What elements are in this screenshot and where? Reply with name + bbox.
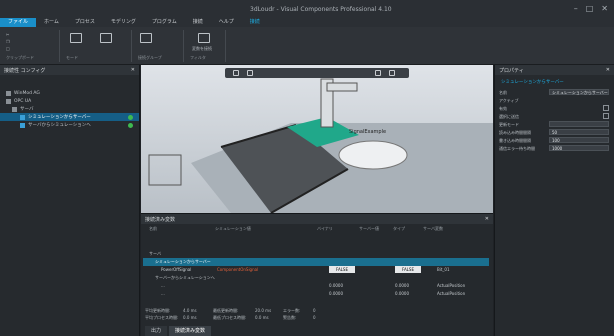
write-interval-field[interactable]: 100: [549, 137, 609, 143]
close-icon[interactable]: ✕: [601, 4, 608, 13]
ribbon-group-mode: モード: [62, 30, 132, 62]
bowl: [338, 140, 408, 170]
timeout-field[interactable]: 1000: [549, 145, 609, 151]
arrow-icon: [20, 122, 25, 128]
name-field[interactable]: シミュレーションからサーバー: [549, 89, 609, 95]
stats-footer: 平均更新時間: 4.0 ms 最低更新時間: 20.0 ms エラー数: 0 平…: [145, 308, 316, 320]
properties-panel: プロパティ ✕ シミュレーションからサーバー 名前 シミュレーションからサーバー …: [494, 65, 614, 336]
menu-program[interactable]: プログラム: [144, 18, 185, 27]
status-icon: [128, 122, 133, 128]
menu-home[interactable]: ホーム: [36, 18, 67, 27]
prop-timeout: 通信エラー待ち時間 1000: [499, 145, 611, 152]
ribbon-group-connection: 接続グループ: [134, 30, 184, 62]
sim-value-box[interactable]: FALSE: [329, 266, 355, 273]
tree-item[interactable]: サーバからシミュレーションへ: [0, 121, 139, 129]
table-row[interactable]: シミュレーションからサーバー: [143, 258, 489, 266]
group-icon[interactable]: [140, 33, 152, 43]
prop-active: アクティブ: [499, 98, 519, 103]
ribbon-group-filter: 変数を接続 フィルタ: [186, 30, 226, 62]
minimize-icon[interactable]: –: [574, 4, 578, 13]
window-controls: – □ ✕: [574, 4, 608, 13]
panel-header: 接続性 コンフィグ ✕: [0, 65, 139, 75]
ribbon: ✂ ❐ □ クリップボード モード 接続グループ 変数を接続 フィルタ: [0, 27, 614, 65]
table-row[interactable]: サーバ: [143, 250, 489, 258]
server-icon: [6, 90, 11, 96]
status-icon: [128, 114, 133, 120]
panel-header: 接続済み変数 ✕: [141, 214, 493, 224]
panel-title: 接続性 コンフィグ: [4, 67, 46, 74]
menu-connect[interactable]: 接続: [185, 18, 211, 27]
menu-connectivity[interactable]: 接続: [242, 18, 268, 27]
edit-mode-icon[interactable]: [70, 33, 82, 43]
menu-help[interactable]: ヘルプ: [211, 18, 242, 27]
column-header[interactable]: シミュレーション値: [215, 226, 251, 234]
list-mode-icon[interactable]: [100, 33, 112, 43]
ribbon-caption: 接続グループ: [138, 55, 162, 60]
connected-variables-panel: 接続済み変数 ✕ 名前 シミュレーション値 バイナリ サーバー値 タイプ サーバ…: [141, 213, 493, 336]
scene-drawing: SignalExample: [148, 78, 493, 213]
send-checkbox[interactable]: [603, 113, 609, 119]
menu-file[interactable]: ファイル: [0, 18, 37, 27]
copy-button[interactable]: ❐: [6, 39, 10, 44]
server-value-box[interactable]: FALSE: [395, 266, 421, 273]
cut-button[interactable]: ✂: [6, 32, 9, 37]
close-icon[interactable]: ✕: [131, 67, 135, 73]
folder-icon: [12, 106, 17, 112]
table-row[interactable]: サーバーからシミュレーションへ: [143, 274, 489, 282]
paste-button[interactable]: □: [6, 46, 10, 51]
menu-process[interactable]: プロセス: [67, 18, 103, 27]
ribbon-group-clipboard: ✂ ❐ □ クリップボード: [2, 30, 60, 62]
column-header[interactable]: サーバー値: [359, 226, 379, 234]
panel-title: 接続済み変数: [145, 216, 176, 223]
prop-update-mode: 更新モード: [499, 121, 611, 128]
ribbon-caption: モード: [66, 55, 78, 60]
close-icon[interactable]: ✕: [606, 67, 610, 73]
title-bar: 3dLoudr - Visual Components Professional…: [0, 0, 614, 18]
maximize-icon[interactable]: □: [586, 4, 594, 13]
3d-viewport[interactable]: SignalExample: [141, 65, 493, 213]
cut-icon: ✂: [6, 32, 10, 37]
prop-read-interval: 読み込み時間間隔 50: [499, 129, 611, 136]
column-header[interactable]: バイナリ: [317, 226, 333, 234]
tree-item[interactable]: WinMod AG: [0, 89, 139, 97]
tab-output[interactable]: 出力: [145, 326, 168, 336]
tree-item[interactable]: OPC UA: [0, 97, 139, 105]
close-icon[interactable]: ✕: [485, 216, 489, 222]
connectivity-config-panel: 接続性 コンフィグ ✕ WinMod AG OPC UA サーバ シミュレーショ…: [0, 65, 140, 336]
panel-toolbar: [0, 75, 139, 89]
prop-send: 選択に送信: [499, 113, 611, 120]
server-icon: [6, 98, 11, 104]
prop-enabled: 有効: [499, 105, 611, 112]
enabled-checkbox[interactable]: [603, 105, 609, 111]
scene-label: SignalExample: [349, 129, 386, 135]
panel-header: プロパティ ✕: [495, 65, 614, 75]
window-title: 3dLoudr - Visual Components Professional…: [250, 6, 392, 13]
column-header[interactable]: 名前: [149, 226, 157, 234]
tree-item[interactable]: サーバ: [0, 105, 139, 113]
table-row[interactable]: ... 0.0000 0.0000 ActualPosition: [143, 282, 489, 290]
tab-connected-variables[interactable]: 接続済み変数: [169, 326, 212, 336]
connect-variables-icon[interactable]: [198, 33, 210, 43]
column-header[interactable]: タイプ: [393, 226, 405, 234]
copy-icon: ❐: [6, 39, 10, 44]
paste-icon: □: [6, 46, 10, 51]
prop-write-interval: 書き込み時間間隔 100: [499, 137, 611, 144]
bottom-tabs: 出力 接続済み変数: [141, 326, 212, 336]
properties-subtitle: シミュレーションからサーバー: [501, 80, 564, 85]
ribbon-caption: フィルタ: [190, 55, 206, 60]
ribbon-caption: クリップボード: [6, 55, 34, 60]
column-header[interactable]: サーバ変数: [423, 226, 443, 234]
panel-title: プロパティ: [499, 67, 524, 74]
menu-modeling[interactable]: モデリング: [103, 18, 144, 27]
table-row[interactable]: PowerOffSignal ComponentOnSignal FALSE F…: [143, 266, 489, 274]
prop-name: 名前 シミュレーションからサーバー: [499, 89, 609, 95]
connect-variables-button[interactable]: 変数を接続: [192, 46, 212, 52]
view-cube[interactable]: [148, 154, 182, 186]
read-interval-field[interactable]: 50: [549, 129, 609, 135]
menu-bar: ファイル ホーム プロセス モデリング プログラム 接続 ヘルプ 接続: [0, 18, 614, 27]
update-mode-select[interactable]: [549, 121, 609, 127]
tree-item[interactable]: シミュレーションからサーバー: [0, 113, 139, 121]
table-row[interactable]: ... 0.0000 0.0000 ActualPosition: [143, 290, 489, 298]
arrow-icon: [20, 114, 25, 120]
